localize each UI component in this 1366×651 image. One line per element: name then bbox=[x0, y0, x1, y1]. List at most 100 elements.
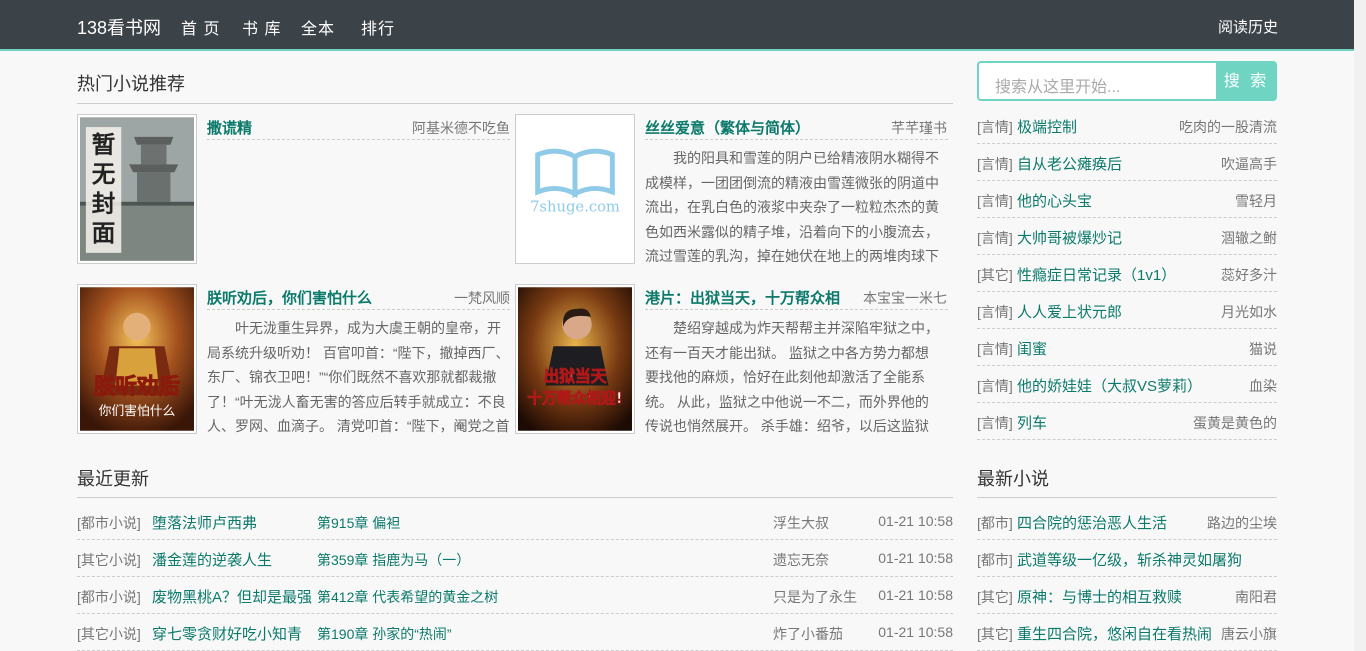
list-item-author: 雪轻月 bbox=[1235, 193, 1277, 209]
top-navbar: 138看书网 首 页 书 库 全本 排行 阅读历史 bbox=[0, 0, 1354, 51]
list-item-title[interactable]: 性瘾症日常记录（1v1） bbox=[1017, 264, 1176, 285]
divider bbox=[977, 439, 1277, 440]
row-time: 01-21 10:58 bbox=[878, 550, 953, 566]
cover-image: 出狱当天 十万帮众相迎! bbox=[518, 287, 632, 431]
book-cover[interactable]: 暂 无 封 面 bbox=[77, 114, 197, 264]
book-description: 我的阳具和雪莲的阴户已给精液阴水糊得不成模样，一团团倒流的精液由雪莲微张的阴道中… bbox=[645, 150, 939, 264]
divider bbox=[645, 309, 948, 310]
book-title[interactable]: 撒谎精 bbox=[207, 117, 252, 138]
row-book-title[interactable]: 穿七零贪财好吃小知青 bbox=[152, 623, 312, 644]
row-category: [其它小说] bbox=[77, 552, 141, 568]
row-chapter-link[interactable]: 第190章 孙家的“热闹” bbox=[317, 624, 452, 644]
book-cover[interactable]: 朕听劝后 你们害怕什么 bbox=[77, 284, 197, 434]
list-item-category: [都市] bbox=[977, 515, 1013, 531]
site-logo[interactable]: 138看书网 bbox=[77, 14, 161, 40]
list-item-title[interactable]: 四合院的惩治恶人生活 bbox=[1017, 512, 1167, 533]
nav-ranking[interactable]: 排行 bbox=[361, 15, 395, 39]
svg-text:出狱当天: 出狱当天 bbox=[544, 367, 607, 386]
list-item-title[interactable]: 自从老公瘫痪后 bbox=[1017, 153, 1122, 174]
list-item-category: [言情] bbox=[977, 304, 1013, 320]
svg-text:封: 封 bbox=[92, 190, 116, 218]
list-item-author: 吹逼高手 bbox=[1221, 156, 1277, 172]
book-author: 本宝宝一米七 bbox=[863, 290, 947, 306]
row-category: [都市小说] bbox=[77, 515, 141, 531]
list-item-title[interactable]: 重生四合院，悠闲自在看热闹 bbox=[1017, 623, 1212, 644]
list-item-title[interactable]: 他的心头宝 bbox=[1017, 190, 1092, 211]
divider bbox=[645, 139, 948, 140]
list-item-author: 唐云小旗 bbox=[1221, 626, 1277, 642]
list-item-title[interactable]: 原神：与博士的相互救赎 bbox=[1017, 586, 1182, 607]
row-book-title[interactable]: 潘金莲的逆袭人生 bbox=[152, 549, 312, 570]
row-book-title[interactable]: 废物黑桃A？但却是最强 bbox=[152, 586, 312, 607]
list-item-title[interactable]: 人人爱上状元郎 bbox=[1017, 301, 1122, 322]
list-item-title[interactable]: 极端控制 bbox=[1017, 116, 1077, 137]
recent-section-title: 最近更新 bbox=[77, 469, 149, 489]
placeholder-cover-image: 7shuge.com bbox=[518, 117, 632, 261]
row-time: 01-21 10:58 bbox=[878, 624, 953, 640]
svg-text:面: 面 bbox=[92, 219, 116, 247]
book-author: 一梵风顺 bbox=[454, 290, 510, 306]
nav-complete[interactable]: 全本 bbox=[301, 15, 335, 39]
row-time: 01-21 10:58 bbox=[878, 587, 953, 603]
list-item-title[interactable]: 列车 bbox=[1017, 412, 1047, 433]
row-book-title[interactable]: 堕落法师卢西弗 bbox=[152, 512, 312, 533]
divider bbox=[977, 254, 1277, 255]
list-item-category: [言情] bbox=[977, 193, 1013, 209]
book-cover[interactable]: 7shuge.com bbox=[515, 114, 635, 264]
row-time: 01-21 10:58 bbox=[878, 513, 953, 529]
list-item-author: 血染 bbox=[1249, 378, 1277, 394]
reading-history-link[interactable]: 阅读历史 bbox=[1218, 16, 1278, 37]
list-item-category: [言情] bbox=[977, 156, 1013, 172]
divider bbox=[977, 497, 1277, 498]
search-input[interactable]: 搜索从这里开始... bbox=[977, 61, 1216, 101]
row-author: 浮生大叔 bbox=[773, 515, 829, 531]
book-title[interactable]: 港片：出狱当天，十万帮众相 bbox=[645, 287, 840, 308]
list-item-category: [都市] bbox=[977, 552, 1013, 568]
divider bbox=[977, 180, 1277, 181]
list-item-author: 蕊好多汁 bbox=[1221, 267, 1277, 283]
divider bbox=[977, 291, 1277, 292]
svg-text:无: 无 bbox=[92, 160, 116, 188]
search-button[interactable]: 搜 索 bbox=[1216, 61, 1277, 101]
book-cover[interactable]: 出狱当天 十万帮众相迎! bbox=[515, 284, 635, 434]
row-category: [其它小说] bbox=[77, 626, 141, 642]
list-item-category: [言情] bbox=[977, 341, 1013, 357]
book-title[interactable]: 丝丝爱意（繁体与简体） bbox=[645, 117, 810, 138]
divider bbox=[977, 613, 1277, 614]
page-scrollbar[interactable] bbox=[1354, 0, 1366, 651]
list-item-category: [其它] bbox=[977, 267, 1013, 283]
list-item-author: 南阳君 bbox=[1235, 589, 1277, 605]
list-item-title[interactable]: 大帅哥被爆炒记 bbox=[1017, 227, 1122, 248]
svg-text:7shuge.com: 7shuge.com bbox=[530, 199, 620, 216]
list-item-author: 猫说 bbox=[1249, 341, 1277, 357]
book-author: 阿基米德不吃鱼 bbox=[412, 120, 510, 136]
book-description: 楚绍穿越成为炸天帮帮主并深陷牢狱之中，还有一百天才能出狱。 监狱之中各方势力都想… bbox=[645, 320, 939, 434]
nav-library[interactable]: 书 库 bbox=[242, 15, 281, 39]
list-item-author: 吃肉的一股清流 bbox=[1179, 119, 1277, 135]
nav-home[interactable]: 首 页 bbox=[181, 15, 220, 39]
svg-text:暂: 暂 bbox=[92, 131, 116, 159]
row-category: [都市小说] bbox=[77, 589, 141, 605]
no-cover-image: 暂 无 封 面 bbox=[80, 117, 194, 261]
list-item-author: 涸辙之鲋 bbox=[1221, 230, 1277, 246]
list-item-title[interactable]: 他的娇娃娃（大叔VS萝莉） bbox=[1017, 375, 1202, 396]
divider bbox=[977, 328, 1277, 329]
list-item-title[interactable]: 武道等级一亿级，斩杀神灵如屠狗 bbox=[1017, 549, 1242, 570]
row-chapter-link[interactable]: 第915章 偏袒 bbox=[317, 513, 400, 533]
list-item-category: [其它] bbox=[977, 589, 1013, 605]
list-item-title[interactable]: 闺蜜 bbox=[1017, 338, 1047, 359]
book-author: 芊芊瑾书 bbox=[891, 120, 947, 136]
row-chapter-link[interactable]: 第412章 代表希望的黄金之树 bbox=[317, 587, 498, 607]
divider bbox=[77, 539, 953, 540]
svg-text:十万帮众相迎!: 十万帮众相迎! bbox=[527, 389, 622, 407]
divider bbox=[977, 143, 1277, 144]
row-chapter-link[interactable]: 第359章 指鹿为马（一） bbox=[317, 550, 470, 570]
list-item-category: [言情] bbox=[977, 415, 1013, 431]
hot-section-title: 热门小说推荐 bbox=[77, 74, 185, 94]
newest-section-title: 最新小说 bbox=[977, 469, 1049, 489]
book-title[interactable]: 朕听劝后，你们害怕什么 bbox=[207, 287, 372, 308]
divider bbox=[77, 613, 953, 614]
divider bbox=[77, 103, 953, 104]
list-item-category: [言情] bbox=[977, 378, 1013, 394]
divider bbox=[977, 539, 1277, 540]
